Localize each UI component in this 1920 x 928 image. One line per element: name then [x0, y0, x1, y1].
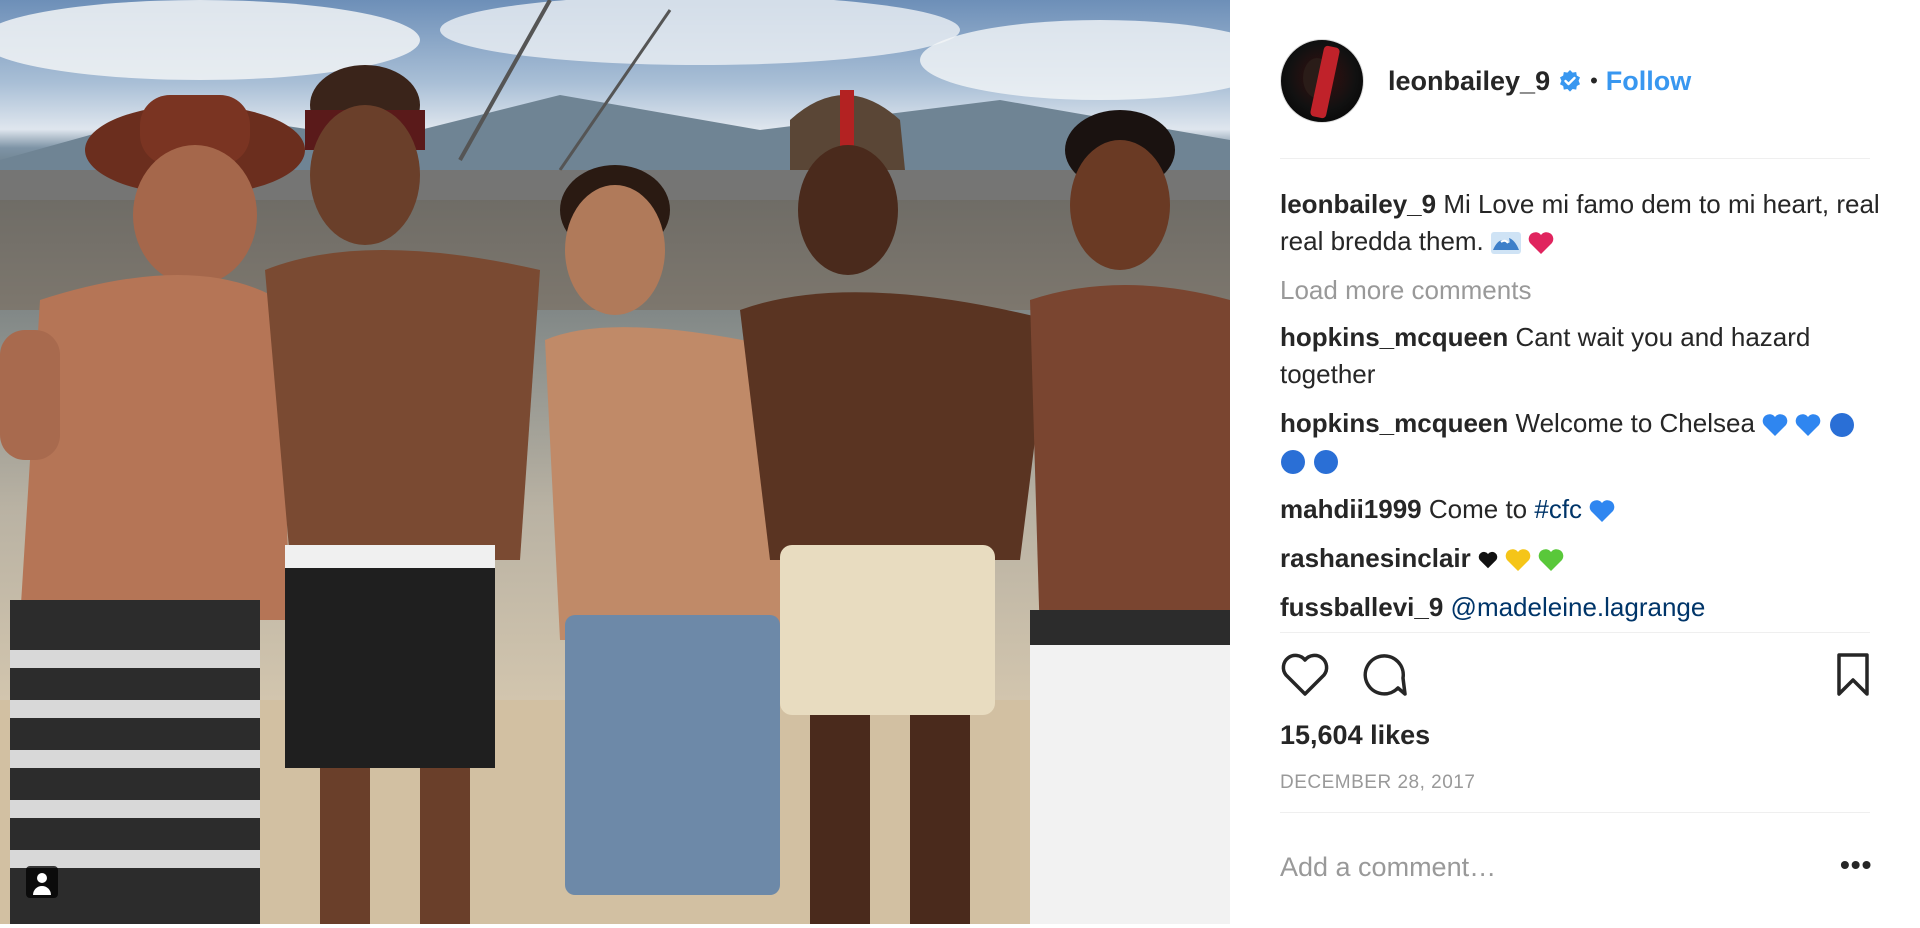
comment-author[interactable]: fussballevi_9 — [1280, 592, 1443, 622]
user-tag-icon[interactable] — [26, 866, 58, 898]
mention-link[interactable]: @madeleine.lagrange — [1451, 592, 1706, 622]
verified-badge-icon — [1560, 70, 1581, 92]
comment-item: rashanesinclair — [1280, 540, 1880, 577]
comment-item: hopkins_mcqueen Welcome to Chelsea — [1280, 405, 1880, 479]
likes-count[interactable]: 15,604 likes — [1280, 720, 1430, 751]
date-divider — [1280, 812, 1870, 813]
comment-text: Come to — [1428, 494, 1528, 524]
post-side-panel: leonbailey_9 • Follow leonbailey_9 Mi Lo… — [1230, 0, 1920, 928]
header-divider — [1280, 158, 1870, 159]
header-separator: • — [1590, 68, 1598, 93]
wave-emoji-icon — [1491, 232, 1522, 255]
comment-author[interactable]: mahdii1999 — [1280, 494, 1422, 524]
blue-circle-emoji-icon — [1314, 450, 1339, 475]
more-options-button[interactable]: ••• — [1840, 851, 1872, 879]
load-more-comments[interactable]: Load more comments — [1280, 272, 1880, 309]
comment-item: mahdii1999 Come to #cfc — [1280, 491, 1880, 528]
post-header: leonbailey_9 • Follow — [1280, 38, 1691, 124]
add-comment-input[interactable] — [1280, 852, 1750, 883]
avatar[interactable] — [1280, 39, 1364, 123]
comment-author[interactable]: hopkins_mcqueen — [1280, 408, 1508, 438]
heart-outline-icon[interactable] — [1280, 652, 1330, 698]
photo-scene — [0, 0, 1230, 924]
yellow-heart-emoji-icon — [1505, 549, 1531, 572]
caption-author[interactable]: leonbailey_9 — [1280, 189, 1436, 219]
comments-divider — [1280, 632, 1870, 633]
comments-list[interactable]: leonbailey_9 Mi Love mi famo dem to mi h… — [1280, 186, 1880, 630]
hashtag-link[interactable]: #cfc — [1534, 494, 1582, 524]
blue-heart-emoji-icon — [1796, 414, 1821, 437]
comment-item: hopkins_mcqueen Cant wait you and hazard… — [1280, 319, 1880, 393]
comment-bubble-icon[interactable] — [1360, 652, 1408, 698]
bookmark-icon[interactable] — [1835, 652, 1871, 698]
action-bar — [1280, 652, 1870, 702]
green-heart-emoji-icon — [1539, 549, 1564, 572]
post-photo[interactable] — [0, 0, 1230, 924]
comment-item: fussballevi_9 @madeleine.lagrange — [1280, 589, 1880, 626]
header-username[interactable]: leonbailey_9 — [1388, 66, 1550, 97]
post-date: DECEMBER 28, 2017 — [1280, 772, 1476, 793]
blue-circle-emoji-icon — [1281, 450, 1305, 475]
blue-heart-emoji-icon — [1762, 414, 1788, 437]
follow-button[interactable]: Follow — [1606, 66, 1691, 97]
blue-circle-emoji-icon — [1829, 413, 1854, 438]
caption: leonbailey_9 Mi Love mi famo dem to mi h… — [1280, 186, 1880, 260]
blue-heart-emoji-icon — [1589, 500, 1615, 523]
comment-text: Welcome to Chelsea — [1515, 408, 1755, 438]
red-heart-emoji-icon — [1528, 232, 1554, 255]
comment-author[interactable]: rashanesinclair — [1280, 543, 1471, 573]
black-heart-emoji-icon — [1478, 552, 1498, 569]
comment-author[interactable]: hopkins_mcqueen — [1280, 322, 1508, 352]
